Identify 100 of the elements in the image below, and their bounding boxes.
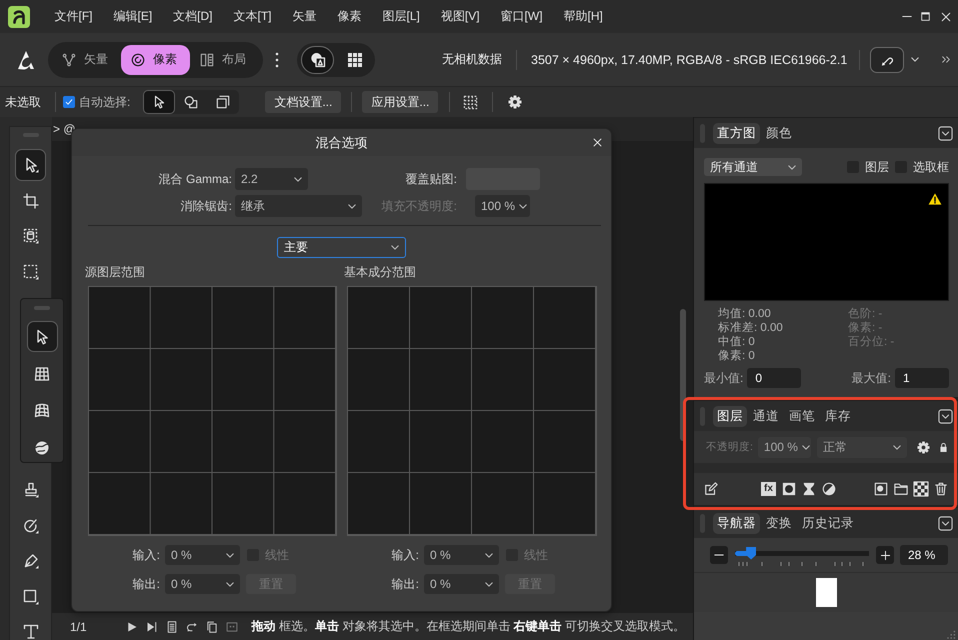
plus-icon [880,550,890,560]
persona-button[interactable]: 像素 [121,44,190,74]
field-label: 不透明度: [706,440,753,454]
view-mode-button[interactable] [301,46,334,74]
menu-item[interactable]: 文档[D] [162,8,224,25]
stat-text: 均值: 0.00 [718,307,772,321]
field-label: 输出: [132,576,160,592]
square-dots-icon[interactable] [226,620,238,632]
menu-item[interactable]: 窗口[W] [490,8,554,25]
output-dropdown[interactable]: 0 % [424,574,499,594]
stat-text: 像素: - [848,321,884,335]
channel-dropdown[interactable]: 主要 [277,237,406,258]
dialog-title: 混合选项 [316,134,368,152]
tool-button[interactable] [26,321,58,352]
range-graph[interactable] [88,286,337,536]
collapse-icon[interactable] [938,126,953,140]
persona-button[interactable]: 布局 [190,44,259,74]
collapse-icon[interactable] [938,408,953,424]
checkbox[interactable] [63,96,75,108]
collapse-icon[interactable] [938,516,953,530]
dashed-grid-icon[interactable] [463,94,478,110]
resize-grip-icon[interactable] [948,630,956,638]
input-dropdown[interactable]: 0 % [165,545,240,565]
maximize-icon[interactable] [920,11,931,22]
tool-button[interactable] [15,149,46,181]
panel-tab[interactable]: 直方图 [713,122,760,144]
app-logo-icon[interactable] [8,6,30,28]
antialiasing-dropdown[interactable]: 继承 [235,195,362,217]
panel-tab[interactable]: 图层 [713,406,747,426]
zoom-field[interactable]: 28 % [900,545,948,565]
channel-dropdown[interactable]: 所有通道 [704,158,802,176]
close-icon[interactable] [592,137,603,148]
mask-icon[interactable] [782,482,796,496]
panel-tab[interactable]: 颜色 [762,122,796,144]
range-graph[interactable] [347,286,597,536]
trash-icon[interactable] [934,482,948,496]
panel-tab[interactable]: 变换 [762,512,796,534]
output-dropdown[interactable]: 0 % [165,574,240,594]
copy-icon[interactable] [206,620,218,632]
menu-item[interactable]: 编辑[E] [103,8,163,25]
checkbox-label: 线性 [265,546,289,564]
warning-icon [928,193,942,205]
document-info: 3507 × 4960px, 17.40MP, RGBA/8 - sRGB IEC61966-2.1 [531,52,848,66]
caret-icon [226,552,234,558]
panel-tab[interactable]: 历史记录 [798,512,858,534]
lock-icon[interactable] [938,440,949,454]
panel-tab[interactable]: 画笔 [785,406,819,426]
document-settings-button[interactable]: 文档设置... [265,91,342,113]
menu-item[interactable]: 文本[T] [223,8,282,25]
grid-icon [346,52,362,68]
checkbox-label: 自动选择: [79,94,130,110]
caret-icon [788,164,796,170]
section-title: 源图层范围 [85,265,146,279]
circle-square-icon [310,52,326,68]
max-field[interactable]: 1 [895,368,949,388]
gear-icon[interactable] [916,440,930,454]
menu-item[interactable]: 图层[L] [372,8,430,25]
gear-icon[interactable] [508,95,522,109]
stat-text: 标准差: 0.00 [718,321,784,335]
close-icon[interactable] [940,10,952,22]
overlap-circles-icon [184,95,198,109]
half-filled-circle-icon[interactable] [822,482,836,496]
document-icon[interactable] [166,620,178,632]
gamma-dropdown[interactable]: 2.2 [235,168,308,190]
double-chevron-icon[interactable] [942,56,950,63]
zoom-out-button[interactable] [710,546,728,564]
menu-item[interactable]: 帮助[H] [553,8,614,25]
pen-icon [22,553,38,569]
play-icon[interactable] [126,620,138,632]
input-dropdown[interactable]: 0 % [424,545,499,565]
snapping-button[interactable] [870,46,904,72]
stamp-icon [22,482,38,498]
menu-item[interactable]: 矢量 [282,8,328,25]
field-label: 消除锯齿: [180,198,232,214]
app-settings-button[interactable]: 应用设置... [362,91,438,113]
min-field[interactable]: 0 [747,368,802,388]
overlap-squares-icon [216,95,230,109]
minimize-icon[interactable] [902,15,912,18]
panel-tab[interactable]: 库存 [821,406,855,426]
blend-mode-dropdown[interactable]: 正常 [816,436,907,458]
field-label: 输入: [132,546,160,564]
selection-mode-button[interactable] [143,90,176,114]
checkerboard-icon[interactable] [914,482,928,496]
more-icon[interactable] [275,52,279,68]
skip-to-end-icon[interactable] [146,620,158,632]
edit-icon[interactable] [704,482,718,496]
menu-item[interactable]: 文件[F] [44,8,103,25]
panel-tab[interactable]: 通道 [749,406,783,426]
panel-tab[interactable]: 导航器 [713,512,760,534]
zoom-in-button[interactable] [876,546,894,564]
slider-thumb[interactable] [746,546,756,560]
menu-item[interactable]: 视图[V] [430,8,490,25]
persona-button[interactable]: 矢量 [52,44,121,74]
crop-icon [22,192,38,208]
effects-button[interactable]: fx [761,482,776,496]
menu-item[interactable]: 像素 [327,8,372,25]
caret-icon[interactable] [911,57,920,62]
folder-icon[interactable] [894,482,908,496]
hourglass-icon[interactable] [802,482,816,496]
loop-arrow-icon[interactable] [186,620,198,632]
